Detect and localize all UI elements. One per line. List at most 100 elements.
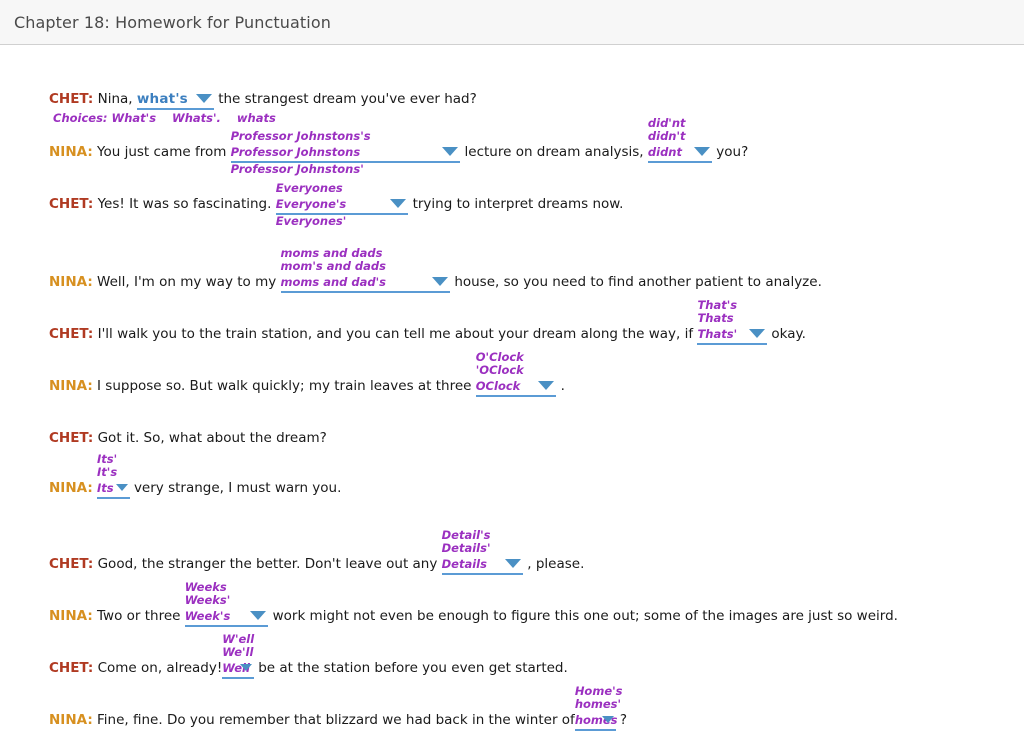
dropdown-option[interactable]: Its' [97,453,117,466]
chevron-down-icon [432,277,448,286]
chevron-down-icon [749,329,765,338]
dropdown-box[interactable]: moms and dad's [281,273,451,293]
dropdown-box[interactable]: Professor Johnstons [231,143,461,163]
line-text-after: work might not even be enough to figure … [273,608,898,624]
chevron-down-icon [442,147,458,156]
conversation-line-5: CHET: I'll walk you to the train station… [49,325,1024,345]
speaker-label-nina: NINA: [49,712,93,728]
dropdown-box[interactable]: Details [442,555,523,575]
conversation-line-1: CHET: Nina, what's the strangest dream y… [49,90,1024,110]
dropdown-option[interactable]: mom's and dads [281,260,387,273]
conversation-line-8: NINA: Its' It's Its very strange, I must… [49,479,1024,499]
dropdown-box[interactable]: OClock [476,377,557,397]
dropdown-option[interactable]: Weeks [185,581,231,594]
dropdown-box[interactable]: Everyone's [276,195,409,215]
line-text-before: You just came from [97,144,226,160]
line-text-after: lecture on dream analysis, [465,144,644,160]
dropdown-selected-value: Professor Johnstons [231,143,361,161]
dropdown-option[interactable]: Home's [575,685,623,698]
choice-item-2[interactable]: Whats'. [172,111,221,125]
page-title: Chapter 18: Homework for Punctuation [14,13,331,32]
dropdown-box[interactable]: Well [222,659,254,679]
dropdown-selected-value: Thats' [697,325,737,343]
chevron-down-icon [538,381,554,390]
line-text-before: Well, I'm on my way to my [97,274,276,290]
dropdown-box[interactable]: Week's [185,607,269,627]
line-text-after-2: you? [716,144,748,160]
conversation-line-11: CHET: Come on, already! W'ell We'll Well… [49,659,1024,679]
dropdown-moms-and-dads[interactable]: moms and dads mom's and dads moms and da… [281,273,451,293]
dropdown-selected-value: OClock [476,377,521,395]
line-text-after: house, so you need to find another patie… [454,274,822,290]
line-text-before: I suppose so. But walk quickly; my train… [97,378,471,394]
dropdown-option[interactable]: It's [97,466,117,479]
dropdown-option[interactable]: Details' [442,542,491,555]
speaker-label-chet: CHET: [49,660,93,676]
dropdown-option[interactable]: Thats [697,312,737,325]
speaker-label-nina: NINA: [49,378,93,394]
dropdown-box[interactable]: Thats' [697,325,767,345]
dropdown-option[interactable]: Everyones [276,182,343,195]
dropdown-option[interactable]: Professor Johnstons's [231,130,371,143]
dropdown-selected-value: what's [137,90,188,108]
choices-row: Choices: What's Whats'. whats [53,111,1024,125]
line-text-before: Fine, fine. Do you remember that blizzar… [97,712,575,728]
dropdown-option[interactable]: Weeks' [185,594,231,607]
dropdown-whats[interactable]: what's [137,90,214,110]
dropdown-options-above: Home's homes' [575,685,623,710]
dropdown-options-above: W'ell We'll [222,633,254,658]
dropdown-option[interactable]: O'Clock [476,351,524,364]
speaker-label-chet: CHET: [49,326,93,342]
dropdown-thats[interactable]: That's Thats Thats' [697,325,767,345]
conversation-list: CHET: Nina, what's the strangest dream y… [49,90,1024,731]
chevron-down-icon [505,559,521,568]
dropdown-selected-value: Details [442,555,487,573]
choices-label: Choices: [53,111,108,125]
dropdown-box[interactable]: Its [97,479,130,499]
dropdown-selected-value: Week's [185,607,231,625]
dropdown-selected-value: didnt [648,143,682,161]
app-header: Chapter 18: Homework for Punctuation [0,0,1024,45]
dropdown-option[interactable]: didn't [648,130,686,143]
dropdown-box[interactable]: didnt [648,143,712,163]
dropdown-option[interactable]: homes' [575,698,623,711]
dropdown-options-above: Its' It's [97,453,117,478]
dropdown-selected-value: Everyone's [276,195,347,213]
dropdown-selected-value: moms and dad's [281,273,387,291]
dropdown-oclock[interactable]: O'Clock 'OClock OClock [476,377,557,397]
line-text-after: very strange, I must warn you. [134,480,341,496]
conversation-line-7: CHET: Got it. So, what about the dream? [49,429,1024,447]
choice-item-3[interactable]: whats [237,111,276,125]
speaker-label-nina: NINA: [49,480,93,496]
dropdown-details[interactable]: Detail's Details' Details [442,555,523,575]
dropdown-option[interactable]: W'ell [222,633,254,646]
speaker-label-nina: NINA: [49,608,93,624]
dropdown-box[interactable]: what's [137,90,214,110]
choice-item-1[interactable]: What's [112,111,157,125]
dropdown-option[interactable]: Professor Johnstons' [231,163,364,176]
dropdown-options-above: Weeks Weeks' [185,581,231,606]
dropdown-didnt[interactable]: did'nt didn't didnt [648,143,712,163]
dropdown-option[interactable]: Everyones' [276,215,347,228]
line-text-after: . [561,378,565,394]
dropdown-option[interactable]: That's [697,299,737,312]
dropdown-everyones[interactable]: Everyones Everyone's Everyones' [276,195,409,215]
line-text-before: I'll walk you to the train station, and … [98,326,694,342]
dropdown-well[interactable]: W'ell We'll Well [222,659,254,679]
dropdown-box[interactable]: homes [575,711,616,731]
line-text-before: Two or three [97,608,180,624]
dropdown-option[interactable]: We'll [222,646,254,659]
line-text-before: Got it. So, what about the dream? [98,430,327,446]
dropdown-options-above: moms and dads mom's and dads [281,247,387,272]
conversation-line-3: CHET: Yes! It was so fascinating. Everyo… [49,195,1024,215]
conversation-line-12: NINA: Fine, fine. Do you remember that b… [49,711,1024,731]
dropdown-option[interactable]: Detail's [442,529,491,542]
dropdown-option[interactable]: 'OClock [476,364,524,377]
dropdown-its[interactable]: Its' It's Its [97,479,130,499]
line-text-after: , please. [527,556,584,572]
conversation-line-10: NINA: Two or three Weeks Weeks' Week's w… [49,607,1024,627]
dropdown-homes[interactable]: Home's homes' homes [575,711,616,731]
dropdown-weeks[interactable]: Weeks Weeks' Week's [185,607,269,627]
dropdown-option[interactable]: moms and dads [281,247,387,260]
dropdown-professor-johnstons[interactable]: Professor Johnstons's Professor Johnston… [231,143,461,163]
